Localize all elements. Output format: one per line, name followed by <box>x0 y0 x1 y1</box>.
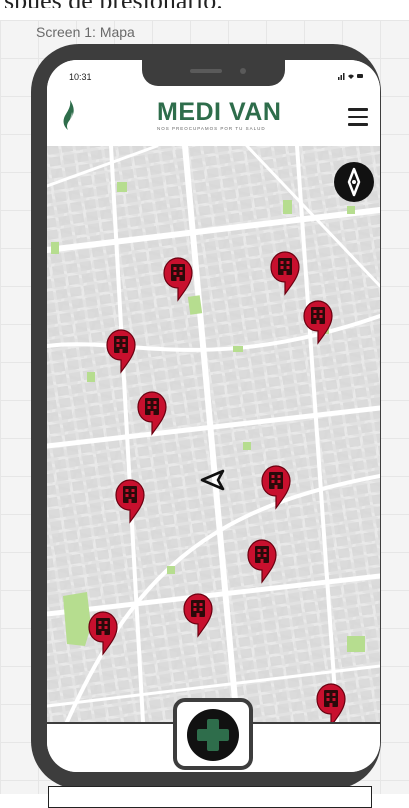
add-plus-icon[interactable] <box>187 709 239 761</box>
caption-box <box>48 786 372 808</box>
add-button[interactable] <box>173 698 253 770</box>
status-icons <box>338 71 364 82</box>
phone-notch <box>142 60 285 86</box>
speaker-grille <box>190 69 222 73</box>
status-time: 10:31 <box>69 72 92 82</box>
screen-label: Screen 1: Mapa <box>36 24 135 40</box>
flame-logo-icon[interactable] <box>61 100 77 135</box>
top-caption: spués de presionarlo. <box>0 0 409 8</box>
app-header: MEDI VAN NOS PREOCUPAMOS POR TU SALUD <box>47 94 380 146</box>
map-view[interactable] <box>47 146 380 722</box>
brand-tagline: NOS PREOCUPAMOS POR TU SALUD <box>157 126 266 131</box>
front-camera <box>240 68 246 74</box>
status-bar: 10:31 <box>47 60 380 94</box>
phone-screen: 10:31 MEDI VAN NOS PREOCUPAMOS POR TU SA… <box>47 60 380 772</box>
park-area <box>63 592 91 646</box>
city-map[interactable] <box>47 146 380 722</box>
signal-wifi-battery-icon <box>338 73 363 80</box>
compass-icon[interactable] <box>334 162 374 202</box>
hamburger-menu-icon[interactable] <box>348 108 368 126</box>
brand-name: MEDI VAN <box>157 98 282 126</box>
